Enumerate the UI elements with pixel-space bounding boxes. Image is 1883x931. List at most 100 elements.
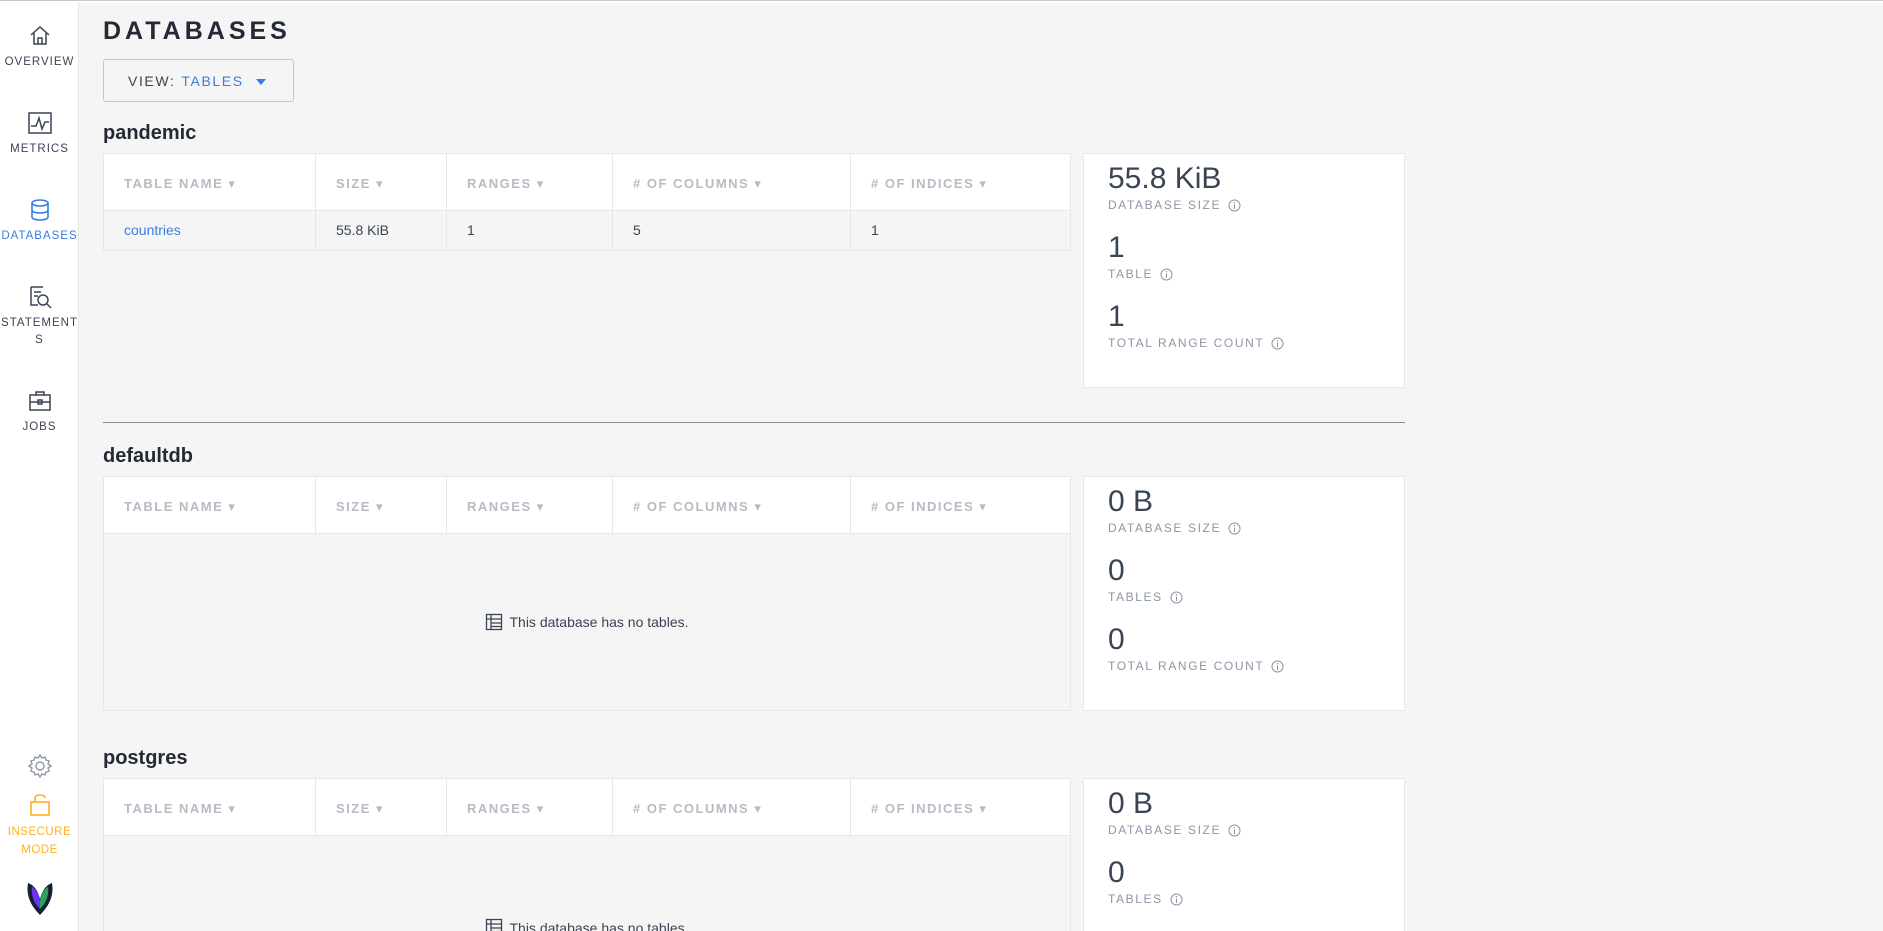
view-dropdown-label: VIEW: [128, 73, 176, 89]
table-name-cell: countries [104, 211, 316, 250]
sidebar-item-overview[interactable]: OVERVIEW [0, 22, 79, 71]
info-icon[interactable] [1170, 893, 1183, 906]
sidebar-item-databases[interactable]: DATABASES [0, 196, 79, 245]
column-header-table-name[interactable]: TABLE NAME ▾ [104, 477, 316, 533]
section-divider [103, 422, 1405, 423]
metric-label: DATABASE SIZE [1108, 198, 1222, 212]
metric-label: TABLES [1108, 590, 1163, 604]
info-icon[interactable] [1228, 199, 1241, 212]
column-header-indices[interactable]: # OF INDICES ▾ [851, 779, 1070, 835]
sidebar-item-statements[interactable]: STATEMENTS [0, 283, 79, 349]
sidebar-item-label: OVERVIEW [4, 56, 75, 68]
pulse-chart-icon [27, 112, 52, 134]
sidebar-item-label: STATEMENTS [1, 317, 78, 346]
database-name: defaultdb [103, 445, 193, 467]
tables-table: TABLE NAME ▾ SIZE ▾ RANGES ▾ # OF COLUMN… [103, 476, 1071, 711]
info-icon[interactable] [1271, 337, 1284, 350]
column-header-ranges[interactable]: RANGES ▾ [447, 154, 613, 210]
sidebar-item-label: METRICS [10, 143, 69, 155]
tables-table: TABLE NAME ▾ SIZE ▾ RANGES ▾ # OF COLUMN… [103, 153, 1071, 251]
chevron-down-icon [255, 79, 266, 86]
column-header-table-name[interactable]: TABLE NAME ▾ [104, 779, 316, 835]
empty-state: This database has no tables. [104, 836, 1070, 931]
column-header-size[interactable]: SIZE ▾ [316, 477, 447, 533]
table-icon [486, 918, 503, 931]
empty-state-text: This database has no tables. [509, 920, 689, 931]
table-indices-cell: 1 [871, 222, 879, 238]
column-header-ranges[interactable]: RANGES ▾ [447, 477, 613, 533]
insecure-mode-indicator[interactable]: INSECURE MODE [0, 790, 79, 859]
metric-value: 0 [1108, 623, 1125, 656]
table-icon [486, 613, 503, 631]
metric-value: 1 [1108, 231, 1125, 264]
briefcase-icon [28, 391, 51, 411]
table-columns-cell: 5 [613, 211, 851, 250]
gear-icon [27, 753, 52, 779]
column-header-ranges[interactable]: RANGES ▾ [447, 779, 613, 835]
table-link[interactable]: countries [124, 222, 181, 238]
metric-database-size: 0 B DATABASE SIZE [1108, 485, 1380, 554]
database-icon [30, 199, 49, 221]
column-header-size[interactable]: SIZE ▾ [316, 779, 447, 835]
column-header-indices[interactable]: # OF INDICES ▾ [851, 154, 1070, 210]
database-name: pandemic [103, 122, 197, 144]
table-header: TABLE NAME ▾ SIZE ▾ RANGES ▾ # OF COLUMN… [104, 779, 1070, 836]
info-icon[interactable] [1228, 522, 1241, 535]
view-dropdown-value: TABLES [181, 73, 244, 89]
database-summary: 0 B DATABASE SIZE 0 TABLES 0 TOTAL RANGE… [1083, 476, 1405, 711]
metric-value: 0 B [1108, 787, 1154, 820]
metric-label: DATABASE SIZE [1108, 823, 1222, 837]
statements-search-icon [29, 286, 52, 309]
table-ranges-cell: 1 [447, 211, 613, 250]
database-summary: 0 B DATABASE SIZE 0 TABLES [1083, 778, 1405, 931]
table-header: TABLE NAME ▾ SIZE ▾ RANGES ▾ # OF COLUMN… [104, 477, 1070, 534]
window-top-border [0, 0, 1883, 3]
metric-value: 0 B [1108, 485, 1154, 518]
table-header: TABLE NAME ▾ SIZE ▾ RANGES ▾ # OF COLUMN… [104, 154, 1070, 211]
metric-label: DATABASE SIZE [1108, 521, 1222, 535]
column-header-columns[interactable]: # OF COLUMNS ▾ [613, 779, 851, 835]
info-icon[interactable] [1160, 268, 1173, 281]
metric-label: TOTAL RANGE COUNT [1108, 659, 1265, 673]
empty-state: This database has no tables. [104, 534, 1070, 710]
sidebar-item-jobs[interactable]: JOBS [0, 387, 79, 436]
info-icon[interactable] [1228, 824, 1241, 837]
metric-label: TOTAL RANGE COUNT [1108, 336, 1265, 350]
metric-value: 0 [1108, 856, 1125, 889]
table-row: countries 55.8 KiB 1 5 1 [104, 211, 1070, 250]
sidebar-item-label: JOBS [22, 421, 57, 433]
tables-table: TABLE NAME ▾ SIZE ▾ RANGES ▾ # OF COLUMN… [103, 778, 1071, 931]
metric-range-count: 1 TOTAL RANGE COUNT [1108, 300, 1380, 369]
page-title: DATABASES [103, 17, 291, 45]
settings-button[interactable] [0, 753, 79, 784]
column-header-columns[interactable]: # OF COLUMNS ▾ [613, 477, 851, 533]
metric-database-size: 55.8 KiB DATABASE SIZE [1108, 162, 1380, 231]
empty-state-text: This database has no tables. [509, 614, 689, 630]
info-icon[interactable] [1271, 660, 1284, 673]
column-header-indices[interactable]: # OF INDICES ▾ [851, 477, 1070, 533]
database-name: postgres [103, 747, 188, 769]
info-icon[interactable] [1170, 591, 1183, 604]
metric-value: 55.8 KiB [1108, 162, 1222, 195]
view-dropdown[interactable]: VIEW: TABLES [103, 59, 294, 102]
column-header-table-name[interactable]: TABLE NAME ▾ [104, 154, 316, 210]
cockroach-logo-icon [27, 883, 52, 915]
metric-label: TABLES [1108, 892, 1163, 906]
sidebar: OVERVIEW METRICS DATABASES STATEMENTS JO… [0, 3, 79, 931]
logo[interactable] [0, 875, 79, 922]
metric-tables: 0 TABLES [1108, 554, 1380, 623]
metric-tables: 1 TABLE [1108, 231, 1380, 300]
sidebar-item-label: DATABASES [1, 230, 78, 242]
lock-icon [29, 794, 50, 816]
column-header-size[interactable]: SIZE ▾ [316, 154, 447, 210]
metric-database-size: 0 B DATABASE SIZE [1108, 787, 1380, 856]
table-size-cell: 55.8 KiB [316, 211, 447, 250]
database-summary: 55.8 KiB DATABASE SIZE 1 TABLE 1 TOTAL R… [1083, 153, 1405, 388]
metric-value: 0 [1108, 554, 1125, 587]
column-header-columns[interactable]: # OF COLUMNS ▾ [613, 154, 851, 210]
metric-value: 1 [1108, 300, 1125, 333]
insecure-mode-label: INSECURE MODE [7, 826, 72, 856]
metric-tables: 0 TABLES [1108, 856, 1380, 925]
sidebar-item-metrics[interactable]: METRICS [0, 109, 79, 158]
metric-label: TABLE [1108, 267, 1154, 281]
